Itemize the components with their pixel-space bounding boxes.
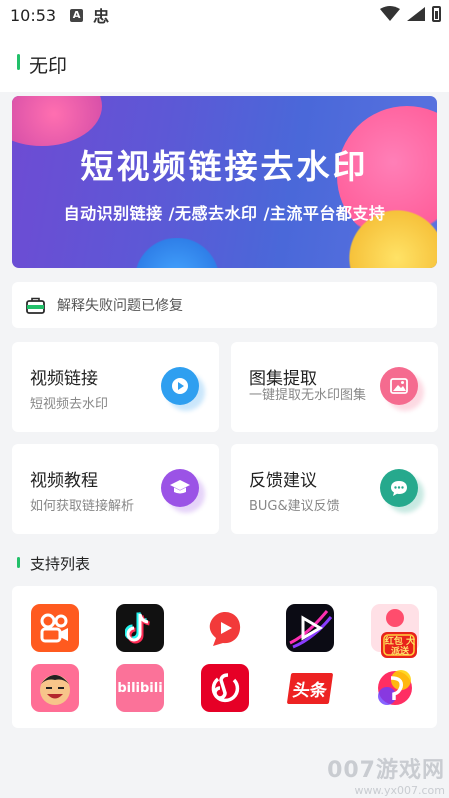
face-app-icon[interactable] [31,664,79,712]
music-note-icon[interactable] [371,664,419,712]
app-header [0,30,449,92]
battery-icon [432,6,441,22]
bilibili-label: bilibili [117,680,163,696]
watermark-sub: www.yx007.com [354,784,445,797]
status-indicators [380,6,441,22]
card-video-link[interactable]: 视频链接 短视频去水印 [12,342,219,432]
notification-a-icon: A [70,8,84,22]
section-accent-bar [17,557,20,568]
toutiao-label: 头条 [286,672,334,704]
play-icon [161,367,199,405]
notification-app-icon: 忠 [93,7,110,26]
section-title: 支持列表 [30,555,91,573]
douyin-icon[interactable] [116,604,164,652]
banner-subtitle: 自动识别链接 /无感去水印 /主流平台都支持 [63,204,386,223]
card-title: 视频链接 [30,369,98,389]
image-icon [380,367,418,405]
card-gallery-extract[interactable]: 图集提取 一键提取无水印图集 [231,342,438,432]
watermark-main: 007游戏网 [327,758,445,783]
card-subtitle: BUG&建议反馈 [249,499,340,514]
status-time: 10:53 [10,5,57,25]
title-accent-bar [17,54,20,70]
netease-music-icon[interactable] [201,664,249,712]
card-title: 反馈建议 [249,471,317,491]
signal-icon [407,7,425,21]
graduation-cap-icon [161,469,199,507]
bilibili-icon[interactable]: bilibili [116,664,164,712]
banner-decoration [12,96,102,146]
video-play-icon[interactable] [286,604,334,652]
red-envelope-icon[interactable]: 红包 大派送 [371,604,419,658]
red-envelope-label: 红包 大派送 [384,637,416,657]
card-subtitle: 如何获取链接解析 [30,499,135,514]
chat-bubble-icon [380,469,418,507]
notice-text: 解释失败问题已修复 [57,298,183,314]
card-title: 视频教程 [30,471,98,491]
card-video-tutorial[interactable]: 视频教程 如何获取链接解析 [12,444,219,534]
toutiao-icon[interactable]: 头条 [286,664,334,712]
promo-banner[interactable]: 短视频链接去水印 自动识别链接 /无感去水印 /主流平台都支持 [12,96,437,268]
announcement-icon [26,297,45,314]
banner-decoration [122,238,232,268]
banner-title: 短视频链接去水印 [80,147,369,186]
weishi-icon[interactable] [201,604,249,652]
status-bar: 10:53 A 忠 [0,0,449,30]
notice-bar[interactable]: 解释失败问题已修复 [12,282,437,328]
wifi-icon [380,6,400,21]
supported-apps-grid: 红包 大派送 bilibili 头条 [12,586,437,728]
page-title: 无印 [29,55,68,77]
card-subtitle: 短视频去水印 [30,397,109,412]
kuaishou-icon[interactable] [31,604,79,652]
card-subtitle: 一键提取无水印图集 [249,388,367,403]
card-feedback[interactable]: 反馈建议 BUG&建议反馈 [231,444,438,534]
watermark: 007游戏网 www.yx007.com [327,752,445,797]
